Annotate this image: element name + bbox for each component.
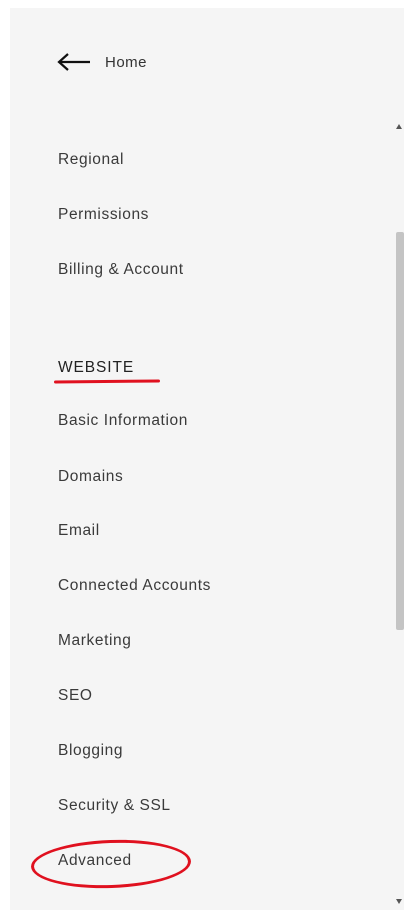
arrow-left-icon — [57, 53, 90, 71]
sidebar-item-connected-accounts[interactable]: Connected Accounts — [58, 576, 211, 596]
sidebar-item-blogging[interactable]: Blogging — [58, 741, 123, 761]
sidebar-item-seo[interactable]: SEO — [58, 686, 93, 706]
home-label: Home — [105, 53, 148, 71]
sidebar-item-domains[interactable]: Domains — [58, 467, 123, 487]
sidebar-item-billing-account[interactable]: Billing & Account — [58, 260, 184, 280]
scroll-up-arrow-icon[interactable] — [396, 124, 402, 129]
home-back-link[interactable]: Home — [57, 48, 147, 76]
sidebar-item-security-ssl[interactable]: Security & SSL — [58, 796, 171, 816]
sidebar-item-basic-information[interactable]: Basic Information — [58, 411, 188, 431]
scroll-down-arrow-icon[interactable] — [396, 899, 402, 904]
settings-sidebar — [10, 8, 404, 910]
sidebar-item-regional[interactable]: Regional — [58, 150, 124, 170]
sidebar-item-permissions[interactable]: Permissions — [58, 205, 149, 225]
sidebar-item-marketing[interactable]: Marketing — [58, 631, 131, 651]
sidebar-item-email[interactable]: Email — [58, 521, 100, 541]
sidebar-item-advanced[interactable]: Advanced — [58, 851, 132, 871]
section-heading-website: WEBSITE — [58, 359, 135, 376]
scrollbar-thumb[interactable] — [396, 232, 404, 630]
